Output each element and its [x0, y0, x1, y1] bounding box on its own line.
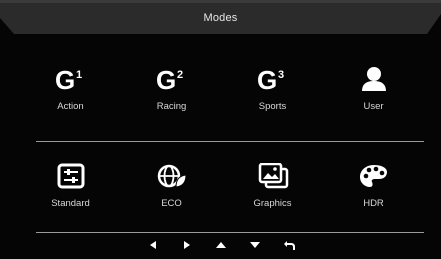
mode-action[interactable]: G 1 Action — [20, 66, 121, 112]
mode-user-label: User — [363, 101, 384, 112]
standard-sliders-icon — [54, 163, 88, 189]
mode-graphics-label: Graphics — [253, 198, 292, 209]
mode-sports-label: Sports — [258, 101, 287, 112]
mode-user[interactable]: User — [323, 66, 424, 112]
osd-menu: Modes G 1 Action G 2 Racing G 3 Sports U… — [0, 0, 441, 259]
eco-globe-leaf-icon — [155, 163, 189, 189]
mode-hdr[interactable]: HDR — [323, 163, 424, 209]
arrow-up-icon[interactable] — [213, 238, 229, 252]
mode-standard-label: Standard — [51, 198, 90, 209]
return-icon[interactable] — [281, 238, 297, 252]
mode-hdr-label: HDR — [363, 198, 384, 209]
page-title: Modes — [203, 12, 238, 24]
header-bar: Modes — [0, 0, 441, 40]
g1-icon: G 1 — [54, 66, 88, 92]
modes-row-2: Standard ECO Graphics HDR — [20, 163, 424, 209]
svg-text:2: 2 — [177, 69, 183, 81]
mode-racing-label: Racing — [156, 101, 187, 112]
divider — [36, 232, 424, 233]
hdr-palette-icon — [357, 163, 391, 189]
g2-icon: G 2 — [155, 66, 189, 92]
mode-racing[interactable]: G 2 Racing — [121, 66, 222, 112]
mode-eco[interactable]: ECO — [121, 163, 222, 209]
graphics-pictures-icon — [256, 163, 290, 189]
mode-action-label: Action — [57, 101, 84, 112]
arrow-left-icon[interactable] — [145, 238, 161, 252]
svg-text:3: 3 — [278, 69, 284, 81]
g3-icon: G 3 — [256, 66, 290, 92]
svg-text:1: 1 — [76, 69, 82, 81]
mode-standard[interactable]: Standard — [20, 163, 121, 209]
mode-graphics[interactable]: Graphics — [222, 163, 323, 209]
svg-text:G: G — [156, 66, 176, 92]
svg-text:G: G — [257, 66, 277, 92]
navigation-bar — [0, 238, 441, 252]
arrow-down-icon[interactable] — [247, 238, 263, 252]
mode-sports[interactable]: G 3 Sports — [222, 66, 323, 112]
svg-text:G: G — [55, 66, 75, 92]
modes-row-1: G 1 Action G 2 Racing G 3 Sports User — [20, 66, 424, 112]
divider — [36, 141, 424, 142]
mode-eco-label: ECO — [161, 198, 182, 209]
user-icon — [357, 66, 391, 92]
arrow-right-icon[interactable] — [179, 238, 195, 252]
